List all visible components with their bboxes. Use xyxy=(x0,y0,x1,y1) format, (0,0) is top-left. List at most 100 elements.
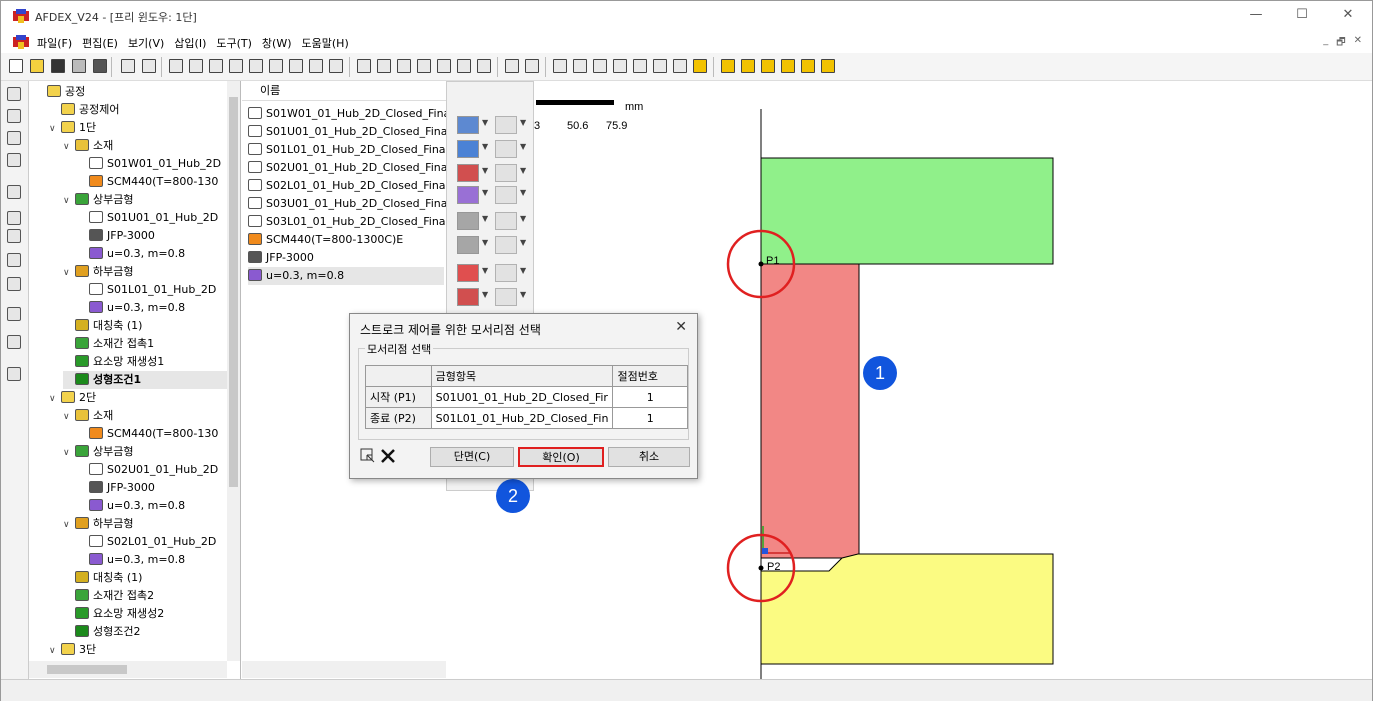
toolbar-tool-icon[interactable] xyxy=(269,59,283,73)
side-tool-icon[interactable] xyxy=(7,367,21,381)
list-item[interactable]: SCM440(T=800-1300C)E xyxy=(248,231,403,249)
dropdown-arrow-icon[interactable]: ▼ xyxy=(520,188,526,197)
toolbar-tool-icon[interactable] xyxy=(505,59,519,73)
palette-tool-icon[interactable] xyxy=(457,212,479,230)
toolbar-tool-icon[interactable] xyxy=(613,59,627,73)
dropdown-arrow-icon[interactable]: ▼ xyxy=(520,238,526,247)
chevron-down-icon[interactable]: ∨ xyxy=(63,408,75,426)
palette-tool-icon[interactable] xyxy=(457,186,479,204)
toolbar-tool-icon[interactable] xyxy=(653,59,667,73)
section-button[interactable]: 단면(C) xyxy=(430,447,514,467)
toolbar-tool-icon[interactable] xyxy=(9,59,23,73)
toolbar-tool-icon[interactable] xyxy=(821,59,835,73)
list-item[interactable]: S01U01_01_Hub_2D_Closed_Final xyxy=(248,123,451,141)
dropdown-arrow-icon[interactable]: ▼ xyxy=(482,290,488,299)
menu-tools[interactable]: 도구(T) xyxy=(216,35,252,51)
toolbar-tool-icon[interactable] xyxy=(309,59,323,73)
toolbar-tool-icon[interactable] xyxy=(377,59,391,73)
toolbar-tool-icon[interactable] xyxy=(289,59,303,73)
dropdown-arrow-icon[interactable]: ▼ xyxy=(482,166,488,175)
list-item[interactable]: S02L01_01_Hub_2D_Closed_Final xyxy=(248,177,449,195)
chevron-down-icon[interactable]: ∨ xyxy=(63,516,75,534)
list-item[interactable]: S01L01_01_Hub_2D_Closed_Final xyxy=(248,141,449,159)
menu-help[interactable]: 도움말(H) xyxy=(302,35,349,51)
chevron-down-icon[interactable]: ∨ xyxy=(49,120,61,138)
tree-item[interactable]: S01L01_01_Hub_2D xyxy=(77,281,227,299)
toolbar-tool-icon[interactable] xyxy=(781,59,795,73)
dialog-close-button[interactable]: ✕ xyxy=(675,319,687,335)
palette-tool-icon[interactable] xyxy=(457,264,479,282)
palette-tool-icon[interactable] xyxy=(457,164,479,182)
tree-item[interactable]: 요소망 재생성2 xyxy=(63,605,227,623)
close-button[interactable]: ✕ xyxy=(1330,5,1366,27)
clear-selection-icon[interactable] xyxy=(380,448,396,464)
minimize-button[interactable]: — xyxy=(1238,5,1274,27)
tree-item[interactable]: S02U01_01_Hub_2D xyxy=(77,461,227,479)
side-tool-icon[interactable] xyxy=(7,229,21,243)
tree-item[interactable]: ∨ 하부금형 xyxy=(63,515,227,533)
tree-item[interactable]: u=0.3, m=0.8 xyxy=(77,551,227,569)
tree-item[interactable]: u=0.3, m=0.8 xyxy=(77,245,227,263)
dropdown-arrow-icon[interactable]: ▼ xyxy=(520,142,526,151)
toolbar-tool-icon[interactable] xyxy=(417,59,431,73)
chevron-down-icon[interactable]: ∨ xyxy=(49,642,61,660)
table-row[interactable]: 시작 (P1) S01U01_01_Hub_2D_Closed_Fir 1 xyxy=(365,386,688,408)
toolbar-tool-icon[interactable] xyxy=(30,59,44,73)
tree-item[interactable]: 성형조건2 xyxy=(63,623,227,641)
toolbar-tool-icon[interactable] xyxy=(761,59,775,73)
mdi-restore-button[interactable]: 🗗 xyxy=(1336,35,1345,52)
ok-button[interactable]: 확인(O) xyxy=(518,447,604,467)
tree-item[interactable]: u=0.3, m=0.8 xyxy=(77,299,227,317)
chevron-down-icon[interactable]: ∨ xyxy=(63,192,75,210)
chevron-down-icon[interactable]: ∨ xyxy=(49,390,61,408)
chevron-down-icon[interactable]: ∨ xyxy=(63,264,75,282)
dropdown-arrow-icon[interactable]: ▼ xyxy=(482,188,488,197)
side-tool-icon[interactable] xyxy=(7,109,21,123)
table-row[interactable]: 종료 (P2) S01L01_01_Hub_2D_Closed_Fin 1 xyxy=(365,407,688,429)
tree-item[interactable]: 공정 xyxy=(35,83,227,101)
cancel-button[interactable]: 취소 xyxy=(608,447,690,467)
dropdown-arrow-icon[interactable]: ▼ xyxy=(482,238,488,247)
tree-item[interactable]: u=0.3, m=0.8 xyxy=(77,497,227,515)
toolbar-tool-icon[interactable] xyxy=(593,59,607,73)
list-item[interactable]: S02U01_01_Hub_2D_Closed_Final xyxy=(248,159,451,177)
palette-tool-icon[interactable] xyxy=(457,288,479,306)
chevron-down-icon[interactable]: ∨ xyxy=(63,138,75,156)
upper-die-shape[interactable] xyxy=(760,157,1054,265)
toolbar-tool-icon[interactable] xyxy=(437,59,451,73)
list-header-name[interactable]: 이름 xyxy=(242,81,446,101)
end-die-item[interactable]: S01L01_01_Hub_2D_Closed_Fin xyxy=(430,407,614,429)
tree-item[interactable]: JFP-3000 xyxy=(77,479,227,497)
menu-edit[interactable]: 편집(E) xyxy=(82,35,118,51)
dropdown-arrow-icon[interactable]: ▼ xyxy=(520,118,526,127)
toolbar-tool-icon[interactable] xyxy=(93,59,107,73)
start-node-number[interactable]: 1 xyxy=(612,386,688,408)
palette-tool-icon[interactable] xyxy=(457,236,479,254)
dropdown-arrow-icon[interactable]: ▼ xyxy=(482,214,488,223)
tree-item[interactable]: ∨ 1단 xyxy=(49,119,227,137)
workpiece-shape[interactable] xyxy=(760,263,860,559)
tree-item[interactable]: ∨ 상부금형 xyxy=(63,443,227,461)
side-tool-icon[interactable] xyxy=(7,307,21,321)
tree-item[interactable]: ∨ 소재 xyxy=(63,407,227,425)
palette-tool-icon[interactable] xyxy=(495,116,517,134)
tree-vertical-scrollbar[interactable] xyxy=(227,81,240,661)
toolbar-tool-icon[interactable] xyxy=(142,59,156,73)
list-item[interactable]: S03U01_01_Hub_2D_Closed_Final xyxy=(248,195,451,213)
toolbar-tool-icon[interactable] xyxy=(477,59,491,73)
toolbar-tool-icon[interactable] xyxy=(633,59,647,73)
toolbar-tool-icon[interactable] xyxy=(51,59,65,73)
toolbar-tool-icon[interactable] xyxy=(169,59,183,73)
toolbar-tool-icon[interactable] xyxy=(357,59,371,73)
toolbar-tool-icon[interactable] xyxy=(673,59,687,73)
toolbar-tool-icon[interactable] xyxy=(229,59,243,73)
dropdown-arrow-icon[interactable]: ▼ xyxy=(520,214,526,223)
tree-scroll-thumb[interactable] xyxy=(229,97,238,487)
palette-tool-icon[interactable] xyxy=(495,140,517,158)
toolbar-tool-icon[interactable] xyxy=(553,59,567,73)
tree-hscroll-thumb[interactable] xyxy=(47,665,127,674)
side-tool-icon[interactable] xyxy=(7,87,21,101)
palette-tool-icon[interactable] xyxy=(495,236,517,254)
palette-tool-icon[interactable] xyxy=(457,140,479,158)
dropdown-arrow-icon[interactable]: ▼ xyxy=(520,166,526,175)
